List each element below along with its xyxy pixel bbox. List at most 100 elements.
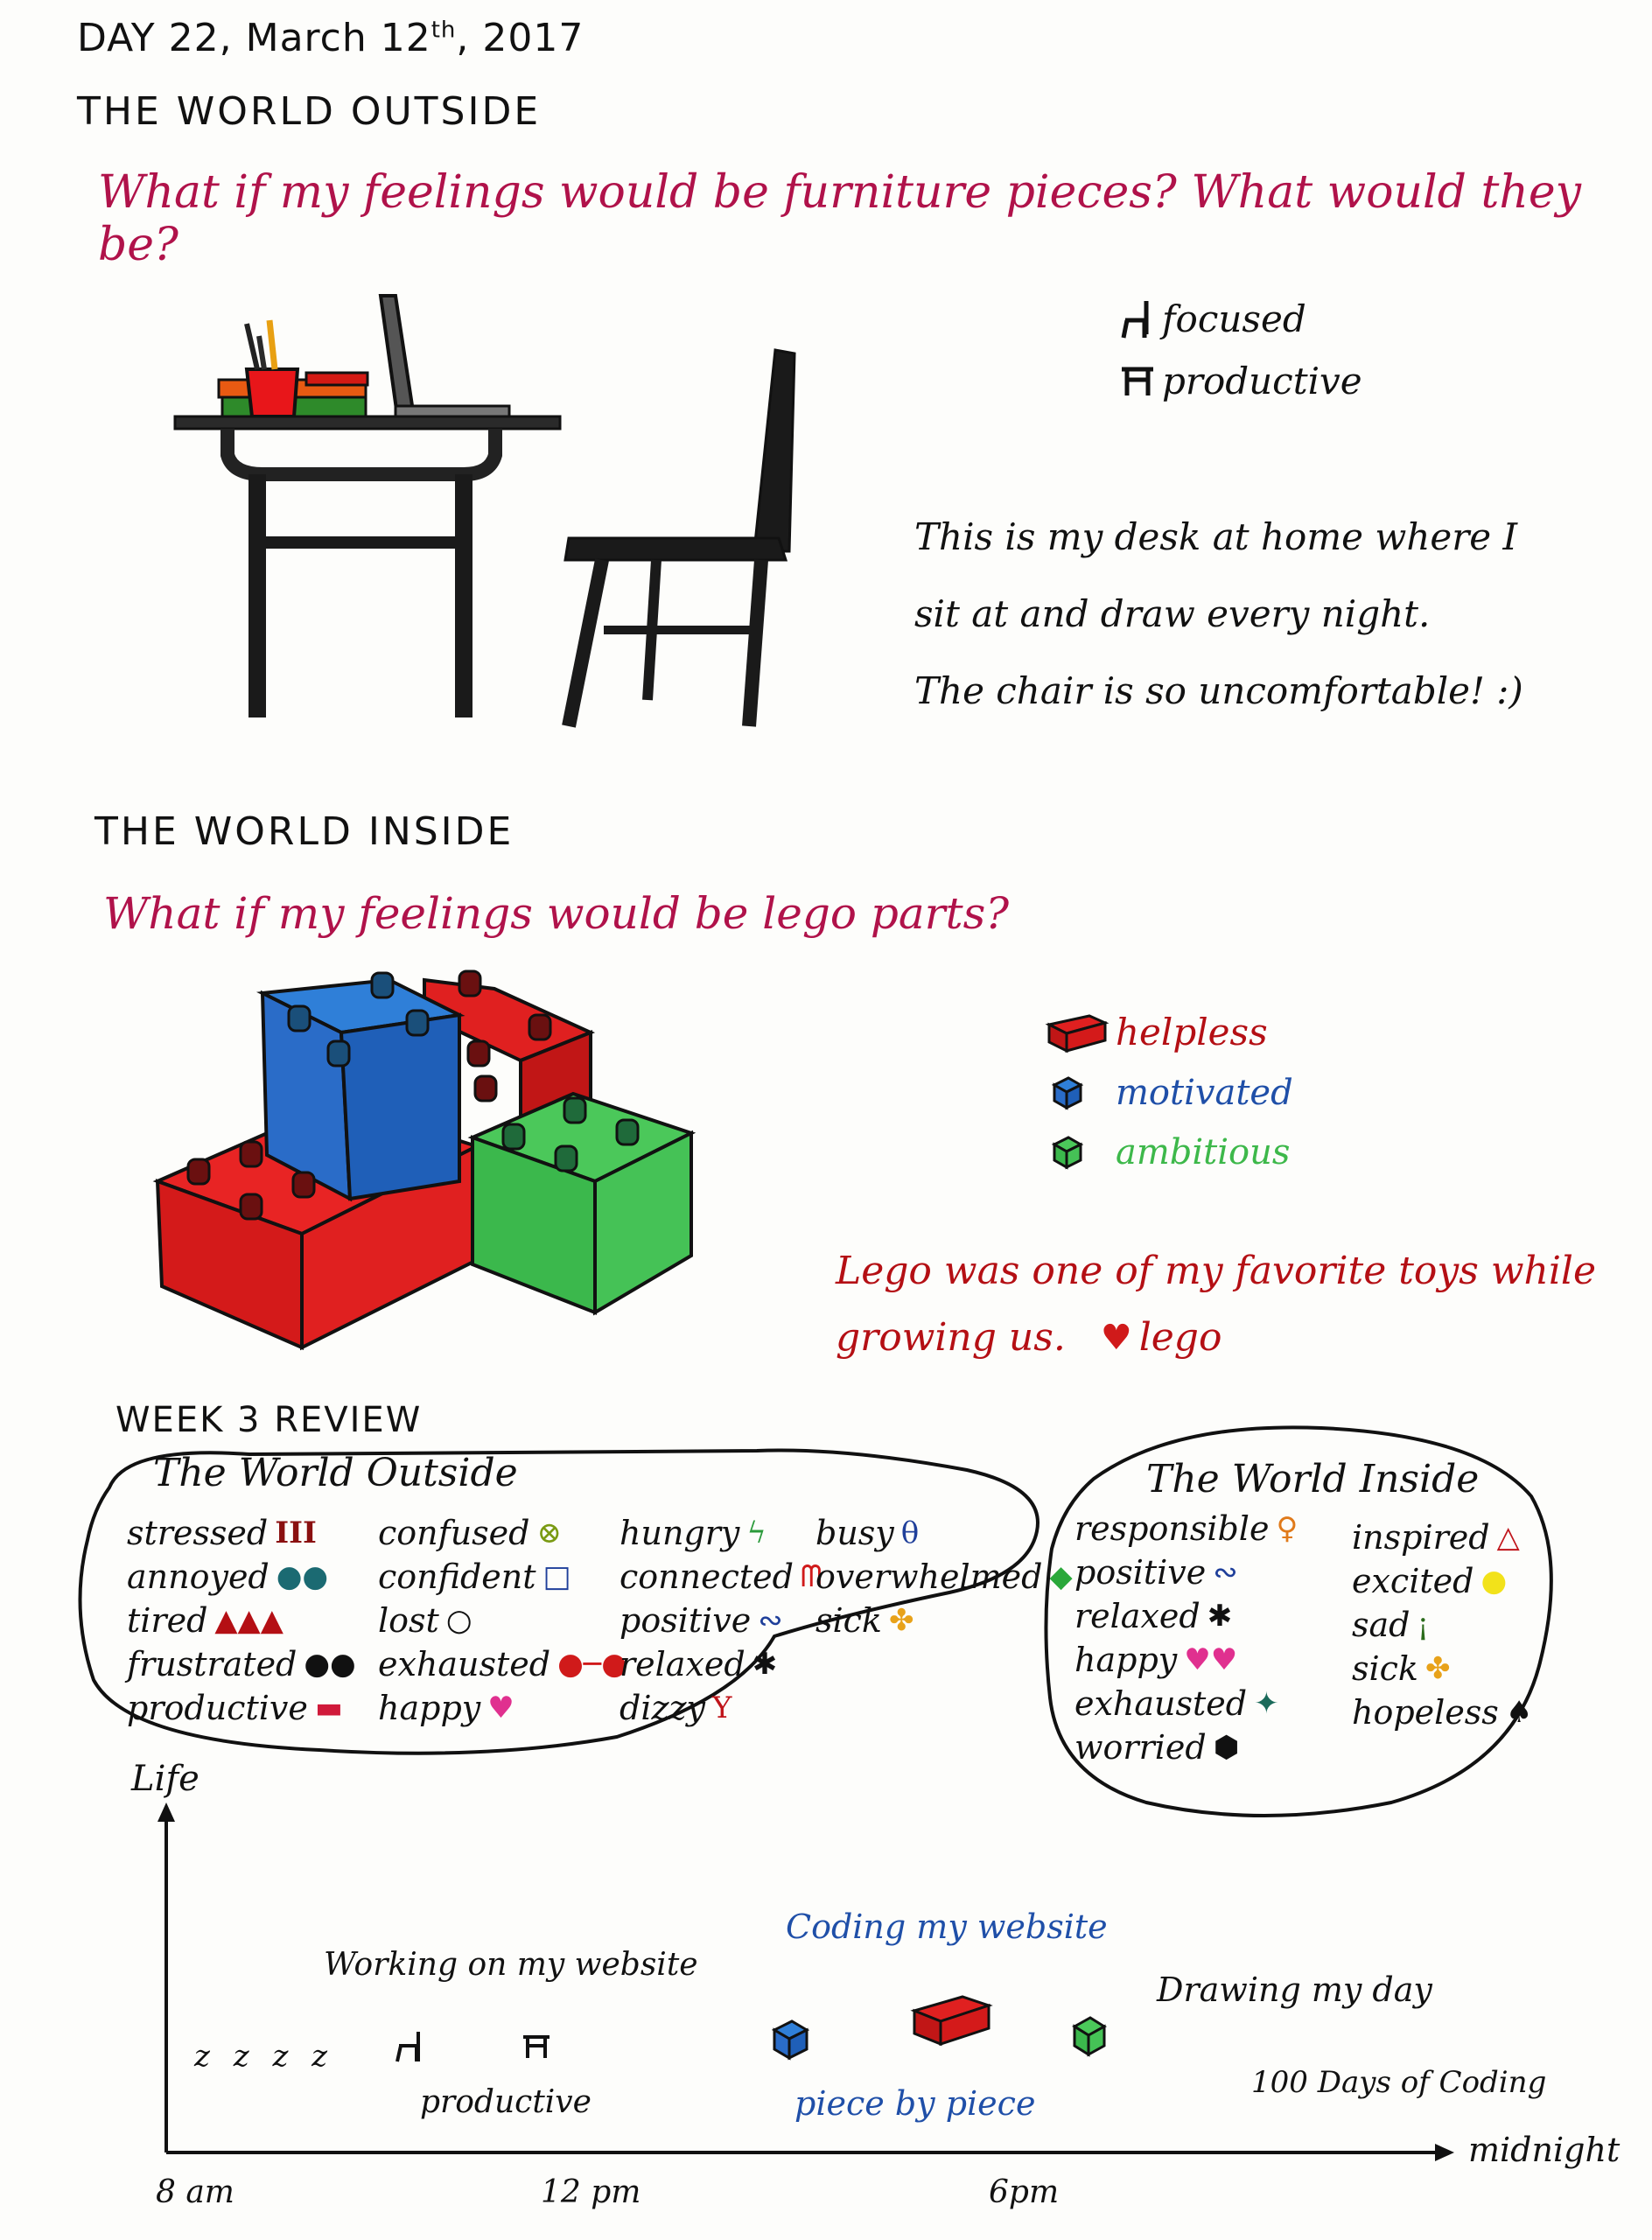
desk-symbol-icon bbox=[1122, 367, 1153, 396]
timeline-drawing: Drawing my day bbox=[1157, 1970, 1432, 2009]
mood-sick: sick ✤ bbox=[816, 1601, 1073, 1640]
heart-lego: ♥ lego bbox=[1101, 1305, 1222, 1371]
in-inspired-icon: △ bbox=[1496, 1520, 1520, 1555]
responsible-icon: ♀ bbox=[1276, 1511, 1298, 1546]
mood-in-inspired-label: inspired bbox=[1352, 1518, 1490, 1557]
confused-icon: ⊗ bbox=[536, 1516, 563, 1550]
mood-exhausted: exhausted ●─● bbox=[378, 1645, 627, 1684]
chair-symbol-icon bbox=[1121, 300, 1149, 338]
x-tick-12pm: 12 pm bbox=[541, 2174, 641, 2210]
timeline-working: Working on my website bbox=[324, 1947, 698, 1983]
mood-in-relaxed: relaxed ✱ bbox=[1074, 1597, 1298, 1635]
mood-in-excited-label: excited bbox=[1352, 1562, 1474, 1600]
outside-question: What if my feelings would be furniture p… bbox=[98, 166, 1581, 271]
mood-in-sick-label: sick bbox=[1352, 1649, 1418, 1688]
x-axis-end-label: midnight bbox=[1468, 2131, 1620, 2169]
mood-overwhelmed: overwhelmed ◆ bbox=[816, 1558, 1073, 1596]
timeline-green-brick-icon bbox=[1072, 2016, 1107, 2057]
mood-annoyed: annoyed ●● bbox=[127, 1558, 356, 1596]
mood-in-positive: positive ∾ bbox=[1074, 1553, 1298, 1592]
mood-in-hopeless: hopeless ♠ bbox=[1352, 1693, 1532, 1732]
productive-icon: ▬ bbox=[314, 1690, 343, 1726]
legend-focused: focused bbox=[1120, 298, 1362, 340]
confident-icon: □ bbox=[542, 1559, 571, 1594]
date-year: , 2017 bbox=[456, 16, 584, 60]
mood-dizzy: dizzy Y bbox=[620, 1689, 822, 1727]
in-worried-icon: ⬢ bbox=[1213, 1730, 1240, 1765]
inside-legend: helpless motivated ambitious bbox=[1045, 1011, 1293, 1172]
mood-in-responsible-label: responsible bbox=[1074, 1509, 1270, 1548]
inside-review-title: The World Inside bbox=[1146, 1457, 1480, 1502]
mood-stressed: stressed III bbox=[127, 1514, 356, 1552]
outside-col-4: busy θ overwhelmed ◆ sick ✤ bbox=[816, 1514, 1073, 1640]
blue-brick-icon bbox=[1051, 1076, 1084, 1110]
in-exhausted-icon: ✦ bbox=[1254, 1686, 1279, 1721]
stressed-icon: III bbox=[275, 1516, 317, 1550]
mood-happy: happy ♥ bbox=[378, 1689, 627, 1727]
mood-positive-label: positive bbox=[620, 1601, 752, 1640]
mood-positive: positive ∾ bbox=[620, 1601, 822, 1640]
mood-annoyed-label: annoyed bbox=[127, 1558, 270, 1596]
legend-helpless: helpless bbox=[1045, 1011, 1293, 1054]
mood-productive: productive ▬ bbox=[127, 1689, 356, 1727]
timeline-chair-icon bbox=[396, 2032, 420, 2062]
exhausted-icon: ●─● bbox=[557, 1647, 627, 1682]
desk-top bbox=[173, 415, 562, 430]
tired-icon: ▲▲▲ bbox=[214, 1603, 284, 1638]
inside-note-line-2-row: growing us. ♥ lego bbox=[836, 1305, 1596, 1371]
outside-col-3: hungry ϟ connected ᗰ positive ∾ relaxed ✱ di… bbox=[620, 1514, 822, 1727]
mood-hungry-label: hungry bbox=[620, 1514, 740, 1552]
mood-productive-label: productive bbox=[127, 1689, 308, 1727]
timeline-desk-icon bbox=[523, 2035, 550, 2058]
in-excited-icon: ● bbox=[1480, 1564, 1508, 1599]
mood-confused: confused ⊗ bbox=[378, 1514, 627, 1552]
mood-in-positive-label: positive bbox=[1074, 1553, 1207, 1592]
outside-legend: focused productive bbox=[1120, 298, 1362, 402]
mood-in-happy-label: happy bbox=[1074, 1641, 1178, 1679]
outside-note-line-3: The chair is so uncomfortable! :) bbox=[914, 669, 1523, 712]
laptop-screen bbox=[378, 294, 416, 418]
timeline-coding: Coding my website bbox=[786, 1908, 1108, 1946]
mood-in-sad-label: sad bbox=[1352, 1606, 1410, 1644]
mood-confident-label: confident bbox=[378, 1558, 536, 1596]
mood-in-worried-label: worried bbox=[1074, 1728, 1207, 1767]
pen-cup bbox=[244, 368, 300, 418]
lego-illustration bbox=[152, 970, 696, 1351]
desk-chair-illustration bbox=[173, 294, 796, 728]
mood-in-happy: happy ♥♥ bbox=[1074, 1641, 1298, 1679]
hungry-icon: ϟ bbox=[746, 1516, 766, 1550]
mood-tired-label: tired bbox=[127, 1601, 208, 1640]
mood-busy: busy θ bbox=[816, 1514, 1073, 1552]
sick-icon: ✤ bbox=[888, 1603, 914, 1638]
outside-note-line-1: This is my desk at home where I bbox=[914, 515, 1518, 558]
annoyed-icon: ●● bbox=[276, 1559, 329, 1594]
y-axis-arrow-icon bbox=[158, 1802, 175, 1822]
inside-note-line-1: Lego was one of my favorite toys while bbox=[836, 1249, 1596, 1293]
mood-confused-label: confused bbox=[378, 1514, 530, 1552]
legend-helpless-label: helpless bbox=[1116, 1011, 1268, 1054]
outside-review-title: The World Outside bbox=[153, 1451, 518, 1495]
legend-ambitious-label: ambitious bbox=[1116, 1132, 1291, 1172]
red-brick-icon bbox=[1045, 1013, 1110, 1053]
mood-confident: confident □ bbox=[378, 1558, 627, 1596]
mood-connected: connected ᗰ bbox=[620, 1558, 822, 1596]
mood-in-relaxed-label: relaxed bbox=[1074, 1597, 1200, 1635]
inside-col-2: inspired △ excited ● sad ¡ sick ✤ hopeless ♠ bbox=[1352, 1518, 1532, 1732]
mood-tired: tired ▲▲▲ bbox=[127, 1601, 356, 1640]
heart-icon: ♥ bbox=[1100, 1318, 1132, 1358]
x-tick-6pm: 6pm bbox=[989, 2174, 1060, 2210]
legend-motivated: motivated bbox=[1046, 1073, 1293, 1113]
mood-frustrated: frustrated ●● bbox=[127, 1645, 356, 1684]
mood-hungry: hungry ϟ bbox=[620, 1514, 822, 1552]
happy-icon: ♥ bbox=[487, 1690, 514, 1726]
in-positive-icon: ∾ bbox=[1213, 1555, 1238, 1590]
mood-frustrated-label: frustrated bbox=[127, 1645, 298, 1684]
mood-in-worried: worried ⬢ bbox=[1074, 1728, 1298, 1767]
mood-in-sick: sick ✤ bbox=[1352, 1649, 1532, 1688]
mood-lost-label: lost bbox=[378, 1601, 439, 1640]
timeline-red-brick-icon bbox=[910, 1995, 993, 2047]
mood-relaxed-label: relaxed bbox=[620, 1645, 746, 1684]
world-outside-title: THE WORLD OUTSIDE bbox=[77, 89, 542, 134]
mood-stressed-label: stressed bbox=[127, 1514, 269, 1552]
mood-sick-label: sick bbox=[816, 1601, 882, 1640]
